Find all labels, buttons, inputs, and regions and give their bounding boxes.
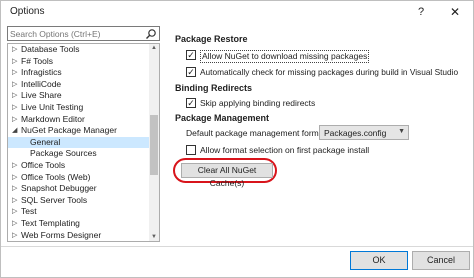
tree-item-label: SQL Server Tools	[21, 194, 88, 205]
tree-item-general[interactable]: General	[8, 136, 149, 148]
first-install-label: Allow format selection on first package …	[200, 145, 370, 155]
tree-item-web-forms-designer[interactable]: ▷ Web Forms Designer	[8, 230, 149, 241]
tree-item-live-unit-testing[interactable]: ▷ Live Unit Testing	[8, 102, 149, 113]
default-format-value: Packages.config	[324, 128, 387, 138]
allow-download-checkbox[interactable]: ✓	[186, 50, 196, 60]
tree-item-label: NuGet Package Manager	[21, 125, 117, 136]
tree-item-label: Database Tools	[21, 44, 80, 54]
package-management-heading: Package Management	[175, 113, 270, 123]
close-button[interactable]: ✕	[437, 1, 473, 23]
tree-item-text-templating[interactable]: ▷ Text Templating	[8, 218, 149, 229]
expand-arrow-icon[interactable]: ▷	[12, 56, 20, 67]
tree-item-live-share[interactable]: ▷ Live Share	[8, 90, 149, 101]
default-format-dropdown[interactable]: Packages.config ▼	[319, 125, 409, 140]
expand-arrow-icon[interactable]: ▷	[12, 67, 20, 78]
tree-item-label: Test	[21, 206, 37, 217]
ok-button[interactable]: OK	[350, 251, 408, 270]
tree-item-test[interactable]: ▷ Test	[8, 206, 149, 217]
expand-arrow-icon[interactable]: ▷	[12, 114, 20, 125]
binding-redirects-heading: Binding Redirects	[175, 83, 253, 93]
expand-arrow-icon[interactable]: ▷	[12, 230, 20, 241]
footer-divider	[1, 246, 473, 247]
tree-item-label: IntelliCode	[21, 78, 62, 89]
tree-item-office-tools-web[interactable]: ▷ Office Tools (Web)	[8, 172, 149, 183]
title-bar: Options ? ✕	[1, 1, 473, 23]
tree-item-label: Live Unit Testing	[21, 102, 84, 112]
tree-item-fsharp-tools[interactable]: ▷ F# Tools	[8, 56, 149, 67]
expand-arrow-icon[interactable]: ▷	[12, 102, 20, 113]
options-dialog: Options ? ✕ ▷ Database Tools ▷ F# Tools …	[0, 0, 474, 278]
window-title: Options	[10, 6, 45, 17]
tree-item-nuget-package-manager[interactable]: ◢ NuGet Package Manager	[8, 125, 149, 136]
search-box[interactable]	[7, 26, 160, 41]
tree-item-label: Live Share	[21, 90, 62, 101]
allow-download-label: Allow NuGet to download missing packages	[200, 50, 370, 63]
skip-binding-label: Skip applying binding redirects	[200, 98, 316, 108]
clear-nuget-cache-button[interactable]: Clear All NuGet Cache(s)	[181, 163, 273, 188]
search-icon	[146, 29, 156, 39]
help-button[interactable]: ?	[405, 1, 437, 23]
scroll-up-arrow-icon[interactable]: ▲	[149, 44, 159, 52]
tree-item-sql-server-tools[interactable]: ▷ SQL Server Tools	[8, 195, 149, 206]
auto-check-checkbox[interactable]: ✓	[186, 67, 196, 77]
tree-item-label: Web Forms Designer	[21, 229, 102, 240]
tree-scrollbar[interactable]: ▲ ▼	[149, 44, 159, 241]
skip-binding-checkbox[interactable]: ✓	[186, 98, 196, 108]
expand-arrow-icon[interactable]: ▷	[12, 172, 20, 183]
tree-item-label: Snapshot Debugger	[21, 183, 97, 194]
cancel-button[interactable]: Cancel	[412, 251, 470, 270]
expand-arrow-icon[interactable]: ▷	[12, 206, 20, 217]
scroll-down-arrow-icon[interactable]: ▼	[149, 233, 159, 241]
expand-arrow-icon[interactable]: ▷	[12, 90, 20, 101]
expand-arrow-icon[interactable]: ▷	[12, 44, 20, 55]
first-install-option[interactable]: Allow format selection on first package …	[186, 145, 386, 156]
expand-arrow-icon[interactable]: ▷	[12, 218, 20, 229]
tree-item-package-sources[interactable]: Package Sources	[8, 148, 149, 159]
tree-item-label: F# Tools	[21, 55, 53, 66]
package-restore-heading: Package Restore	[175, 34, 248, 44]
expand-arrow-icon[interactable]: ▷	[12, 160, 20, 171]
tree-item-markdown-editor[interactable]: ▷ Markdown Editor	[8, 114, 149, 125]
tree-item-label: Infragistics	[21, 67, 62, 78]
tree-item-infragistics[interactable]: ▷ Infragistics	[8, 67, 149, 78]
tree-item-label: General	[30, 136, 61, 147]
options-tree[interactable]: ▷ Database Tools ▷ F# Tools ▷ Infragisti…	[7, 43, 160, 242]
tree-item-label: Office Tools	[21, 160, 66, 170]
expand-arrow-icon[interactable]: ▷	[12, 183, 20, 194]
expand-arrow-icon[interactable]: ▷	[12, 79, 20, 90]
first-install-checkbox[interactable]	[186, 145, 196, 155]
tree-item-label: Markdown Editor	[21, 113, 85, 124]
auto-check-label: Automatically check for missing packages…	[200, 67, 459, 77]
tree-item-intellicode[interactable]: ▷ IntelliCode	[8, 79, 149, 90]
tree-item-snapshot-debugger[interactable]: ▷ Snapshot Debugger	[8, 183, 149, 194]
chevron-down-icon: ▼	[398, 128, 405, 135]
tree-item-database-tools[interactable]: ▷ Database Tools	[8, 44, 149, 55]
tree-item-label: Package Sources	[30, 148, 97, 159]
tree-item-label: Office Tools (Web)	[21, 171, 91, 182]
tree-item-label: Text Templating	[21, 218, 80, 228]
skip-binding-option[interactable]: ✓ Skip applying binding redirects	[186, 98, 386, 109]
expand-arrow-icon[interactable]: ▷	[12, 195, 20, 206]
tree-item-office-tools[interactable]: ▷ Office Tools	[8, 160, 149, 171]
search-input[interactable]	[10, 28, 140, 39]
default-format-label: Default package management format:	[186, 128, 329, 138]
collapse-arrow-icon[interactable]: ◢	[12, 125, 20, 136]
auto-check-option[interactable]: ✓ Automatically check for missing packag…	[186, 67, 459, 78]
scrollbar-thumb[interactable]	[150, 115, 158, 175]
allow-download-option[interactable]: ✓ Allow NuGet to download missing packag…	[186, 50, 386, 63]
